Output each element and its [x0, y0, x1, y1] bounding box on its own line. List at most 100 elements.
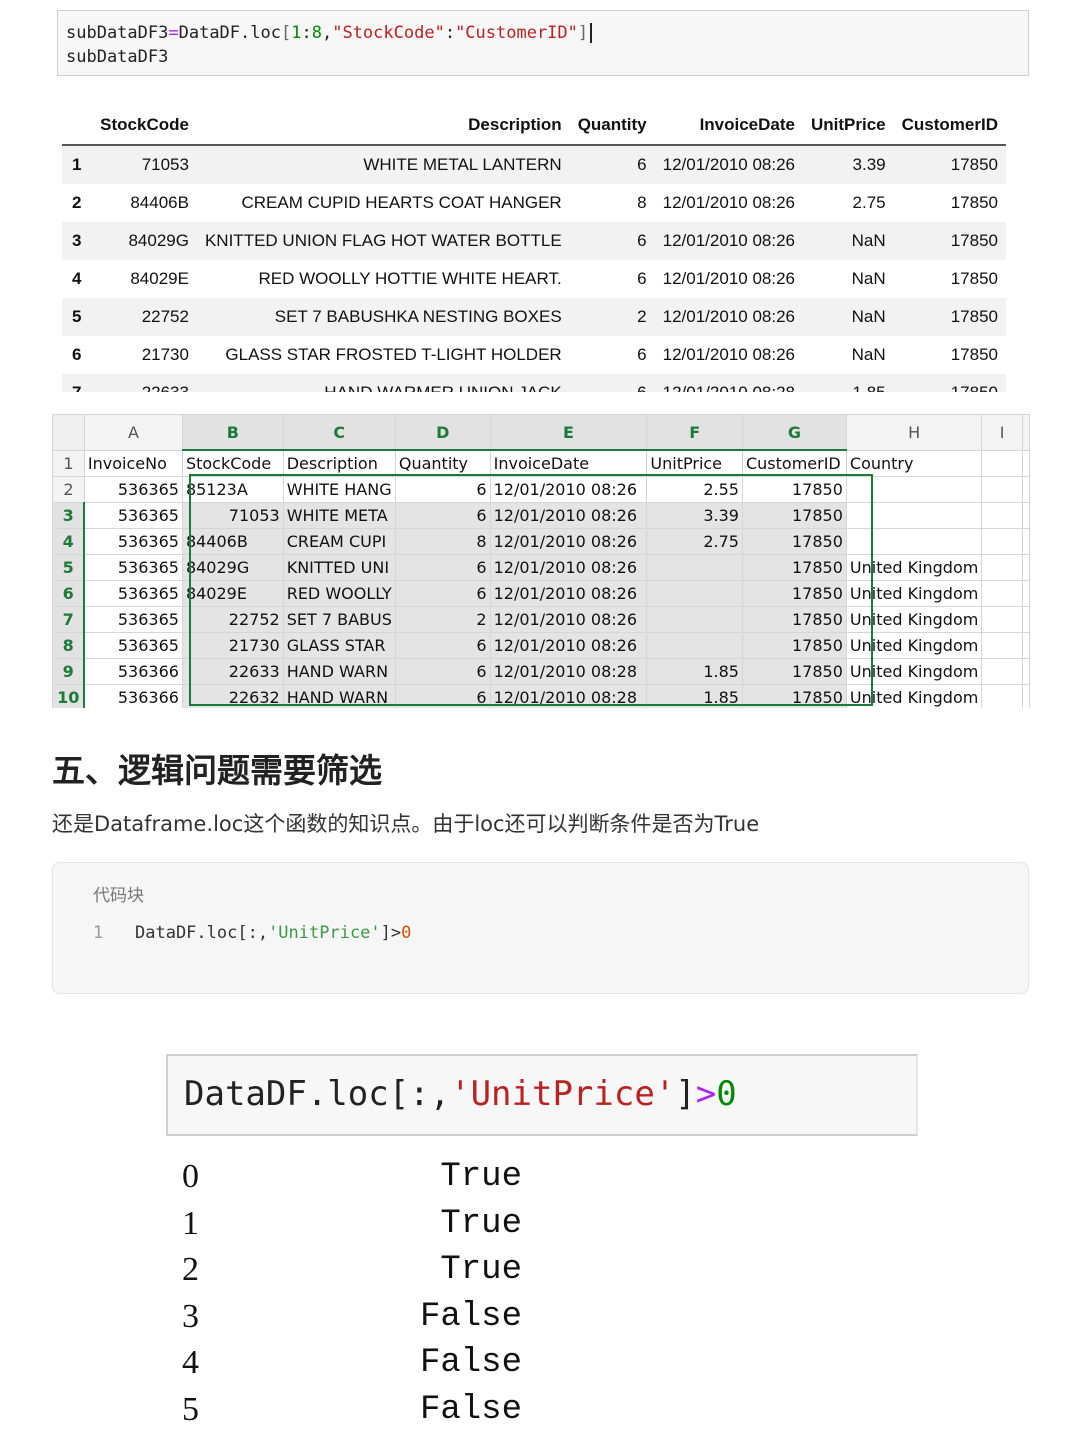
cell-f[interactable] — [646, 632, 743, 659]
cell-a[interactable]: 536365 — [83, 476, 183, 503]
cell-d[interactable]: 6 — [394, 502, 491, 529]
cell-f[interactable] — [646, 580, 743, 607]
cell-i[interactable] — [981, 554, 1023, 581]
column-header-i[interactable]: I — [981, 414, 1023, 451]
code-line[interactable]: DataDF.loc[:,'UnitPrice']>0 — [135, 923, 411, 943]
cell-g[interactable]: 17850 — [741, 554, 847, 581]
cell-d[interactable]: 6 — [394, 632, 491, 659]
cell-b[interactable]: 22633 — [181, 658, 284, 685]
cell-c[interactable]: SET 7 BABUS — [282, 606, 396, 633]
spreadsheet-grid[interactable]: A B C D E F G H I 1 InvoiceNo StockCode Description Q… — [52, 414, 1030, 708]
cell-g[interactable]: 17850 — [741, 684, 847, 708]
row-header[interactable]: 2 — [52, 476, 85, 503]
column-header-a[interactable]: A — [83, 414, 183, 451]
row-header[interactable]: 10 — [52, 684, 86, 708]
cell-d[interactable]: 6 — [394, 658, 491, 685]
cell-f[interactable]: 2.55 — [646, 476, 743, 503]
cell-b[interactable]: 84406B — [181, 528, 284, 555]
cell-i[interactable] — [981, 502, 1023, 529]
cell-c[interactable]: GLASS STAR — [282, 632, 396, 659]
cell-a[interactable]: 536366 — [83, 658, 183, 685]
row-header[interactable]: 7 — [52, 606, 86, 633]
cell-d[interactable]: 6 — [394, 554, 491, 581]
column-header-g[interactable]: G — [741, 414, 847, 451]
cell-g[interactable]: 17850 — [741, 632, 847, 659]
cell-h[interactable]: Country — [845, 449, 983, 477]
cell-f[interactable]: 1.85 — [646, 684, 743, 708]
cell-e[interactable]: 12/01/2010 08:28 — [489, 658, 648, 685]
cell-e[interactable]: 12/01/2010 08:26 — [489, 502, 648, 529]
cell-c[interactable]: HAND WARN — [282, 658, 396, 685]
cell-f[interactable]: UnitPrice — [646, 449, 743, 477]
cell-a[interactable]: InvoiceNo — [83, 449, 183, 477]
cell-f[interactable]: 1.85 — [646, 658, 743, 685]
row-header[interactable]: 9 — [52, 658, 86, 685]
cell-f[interactable]: 2.75 — [646, 528, 743, 555]
cell-a[interactable]: 536365 — [83, 606, 183, 633]
cell-b[interactable]: 84029E — [181, 580, 284, 607]
cell-c[interactable]: CREAM CUPI — [282, 528, 396, 555]
cell-e[interactable]: 12/01/2010 08:26 — [489, 554, 648, 581]
cell-i[interactable] — [981, 606, 1023, 633]
column-header-c[interactable]: C — [282, 414, 396, 451]
cell-d[interactable]: 6 — [394, 580, 491, 607]
cell-d[interactable]: 8 — [394, 528, 491, 555]
jupyter-code-text[interactable]: subDataDF3=DataDF.loc[1:8,"StockCode":"C… — [66, 21, 593, 69]
cell-b[interactable]: StockCode — [181, 449, 284, 477]
cell-h[interactable]: United Kingdom — [845, 684, 983, 708]
cell-c[interactable]: Description — [282, 449, 396, 477]
cell-i[interactable] — [981, 658, 1023, 685]
cell-e[interactable]: 12/01/2010 08:28 — [489, 684, 648, 708]
cell-f[interactable] — [646, 606, 743, 633]
cell-a[interactable]: 536366 — [83, 684, 183, 708]
cell-g[interactable]: 17850 — [741, 658, 847, 685]
column-header-f[interactable]: F — [646, 414, 743, 451]
row-header[interactable]: 6 — [52, 580, 86, 607]
cell-h[interactable] — [845, 502, 983, 529]
cell-e[interactable]: 12/01/2010 08:26 — [489, 476, 648, 503]
cell-c[interactable]: WHITE HANG — [282, 476, 396, 503]
cell-i[interactable] — [981, 528, 1023, 555]
cell-a[interactable]: 536365 — [83, 528, 183, 555]
cell-i[interactable] — [981, 684, 1023, 708]
cell-b[interactable]: 21730 — [181, 632, 284, 659]
cell-c[interactable]: KNITTED UNI — [282, 554, 396, 581]
cell-a[interactable]: 536365 — [83, 632, 183, 659]
cell-b[interactable]: 22752 — [181, 606, 284, 633]
cell-i[interactable] — [981, 580, 1023, 607]
cell-h[interactable] — [845, 528, 983, 555]
cell-h[interactable]: United Kingdom — [845, 606, 983, 633]
jupyter-code-cell[interactable]: subDataDF3=DataDF.loc[1:8,"StockCode":"C… — [57, 10, 1029, 76]
cell-c[interactable]: WHITE META — [282, 502, 396, 529]
cell-h[interactable]: United Kingdom — [845, 658, 983, 685]
cell-g[interactable]: CustomerID — [741, 449, 847, 477]
select-all-corner[interactable] — [52, 414, 85, 451]
spreadsheet[interactable]: A B C D E F G H I 1 InvoiceNo StockCode Description Q… — [52, 414, 1030, 708]
cell-f[interactable]: 3.39 — [646, 502, 743, 529]
cell-b[interactable]: 84029G — [181, 554, 284, 581]
cell-c[interactable]: HAND WARN — [282, 684, 396, 708]
cell-g[interactable]: 17850 — [741, 476, 847, 503]
cell-h[interactable] — [845, 476, 983, 503]
column-header-d[interactable]: D — [394, 414, 491, 451]
cell-g[interactable]: 17850 — [741, 580, 847, 607]
cell-d[interactable]: 2 — [394, 606, 491, 633]
cell-e[interactable]: 12/01/2010 08:26 — [489, 632, 648, 659]
cell-h[interactable]: United Kingdom — [845, 554, 983, 581]
row-header[interactable]: 4 — [52, 528, 86, 555]
column-header-e[interactable]: E — [489, 414, 648, 451]
row-header[interactable]: 1 — [52, 449, 85, 477]
cell-g[interactable]: 17850 — [741, 502, 847, 529]
cell-a[interactable]: 536365 — [83, 502, 183, 529]
cell-h[interactable]: United Kingdom — [845, 632, 983, 659]
cell-e[interactable]: InvoiceDate — [489, 449, 648, 477]
cell-i[interactable] — [981, 632, 1023, 659]
cell-d[interactable]: 6 — [394, 476, 491, 503]
cell-a[interactable]: 536365 — [83, 554, 183, 581]
cell-f[interactable] — [646, 554, 743, 581]
cell-e[interactable]: 12/01/2010 08:26 — [489, 606, 648, 633]
row-header[interactable]: 3 — [52, 502, 86, 529]
cell-e[interactable]: 12/01/2010 08:26 — [489, 528, 648, 555]
cell-a[interactable]: 536365 — [83, 580, 183, 607]
cell-d[interactable]: 6 — [394, 684, 491, 708]
